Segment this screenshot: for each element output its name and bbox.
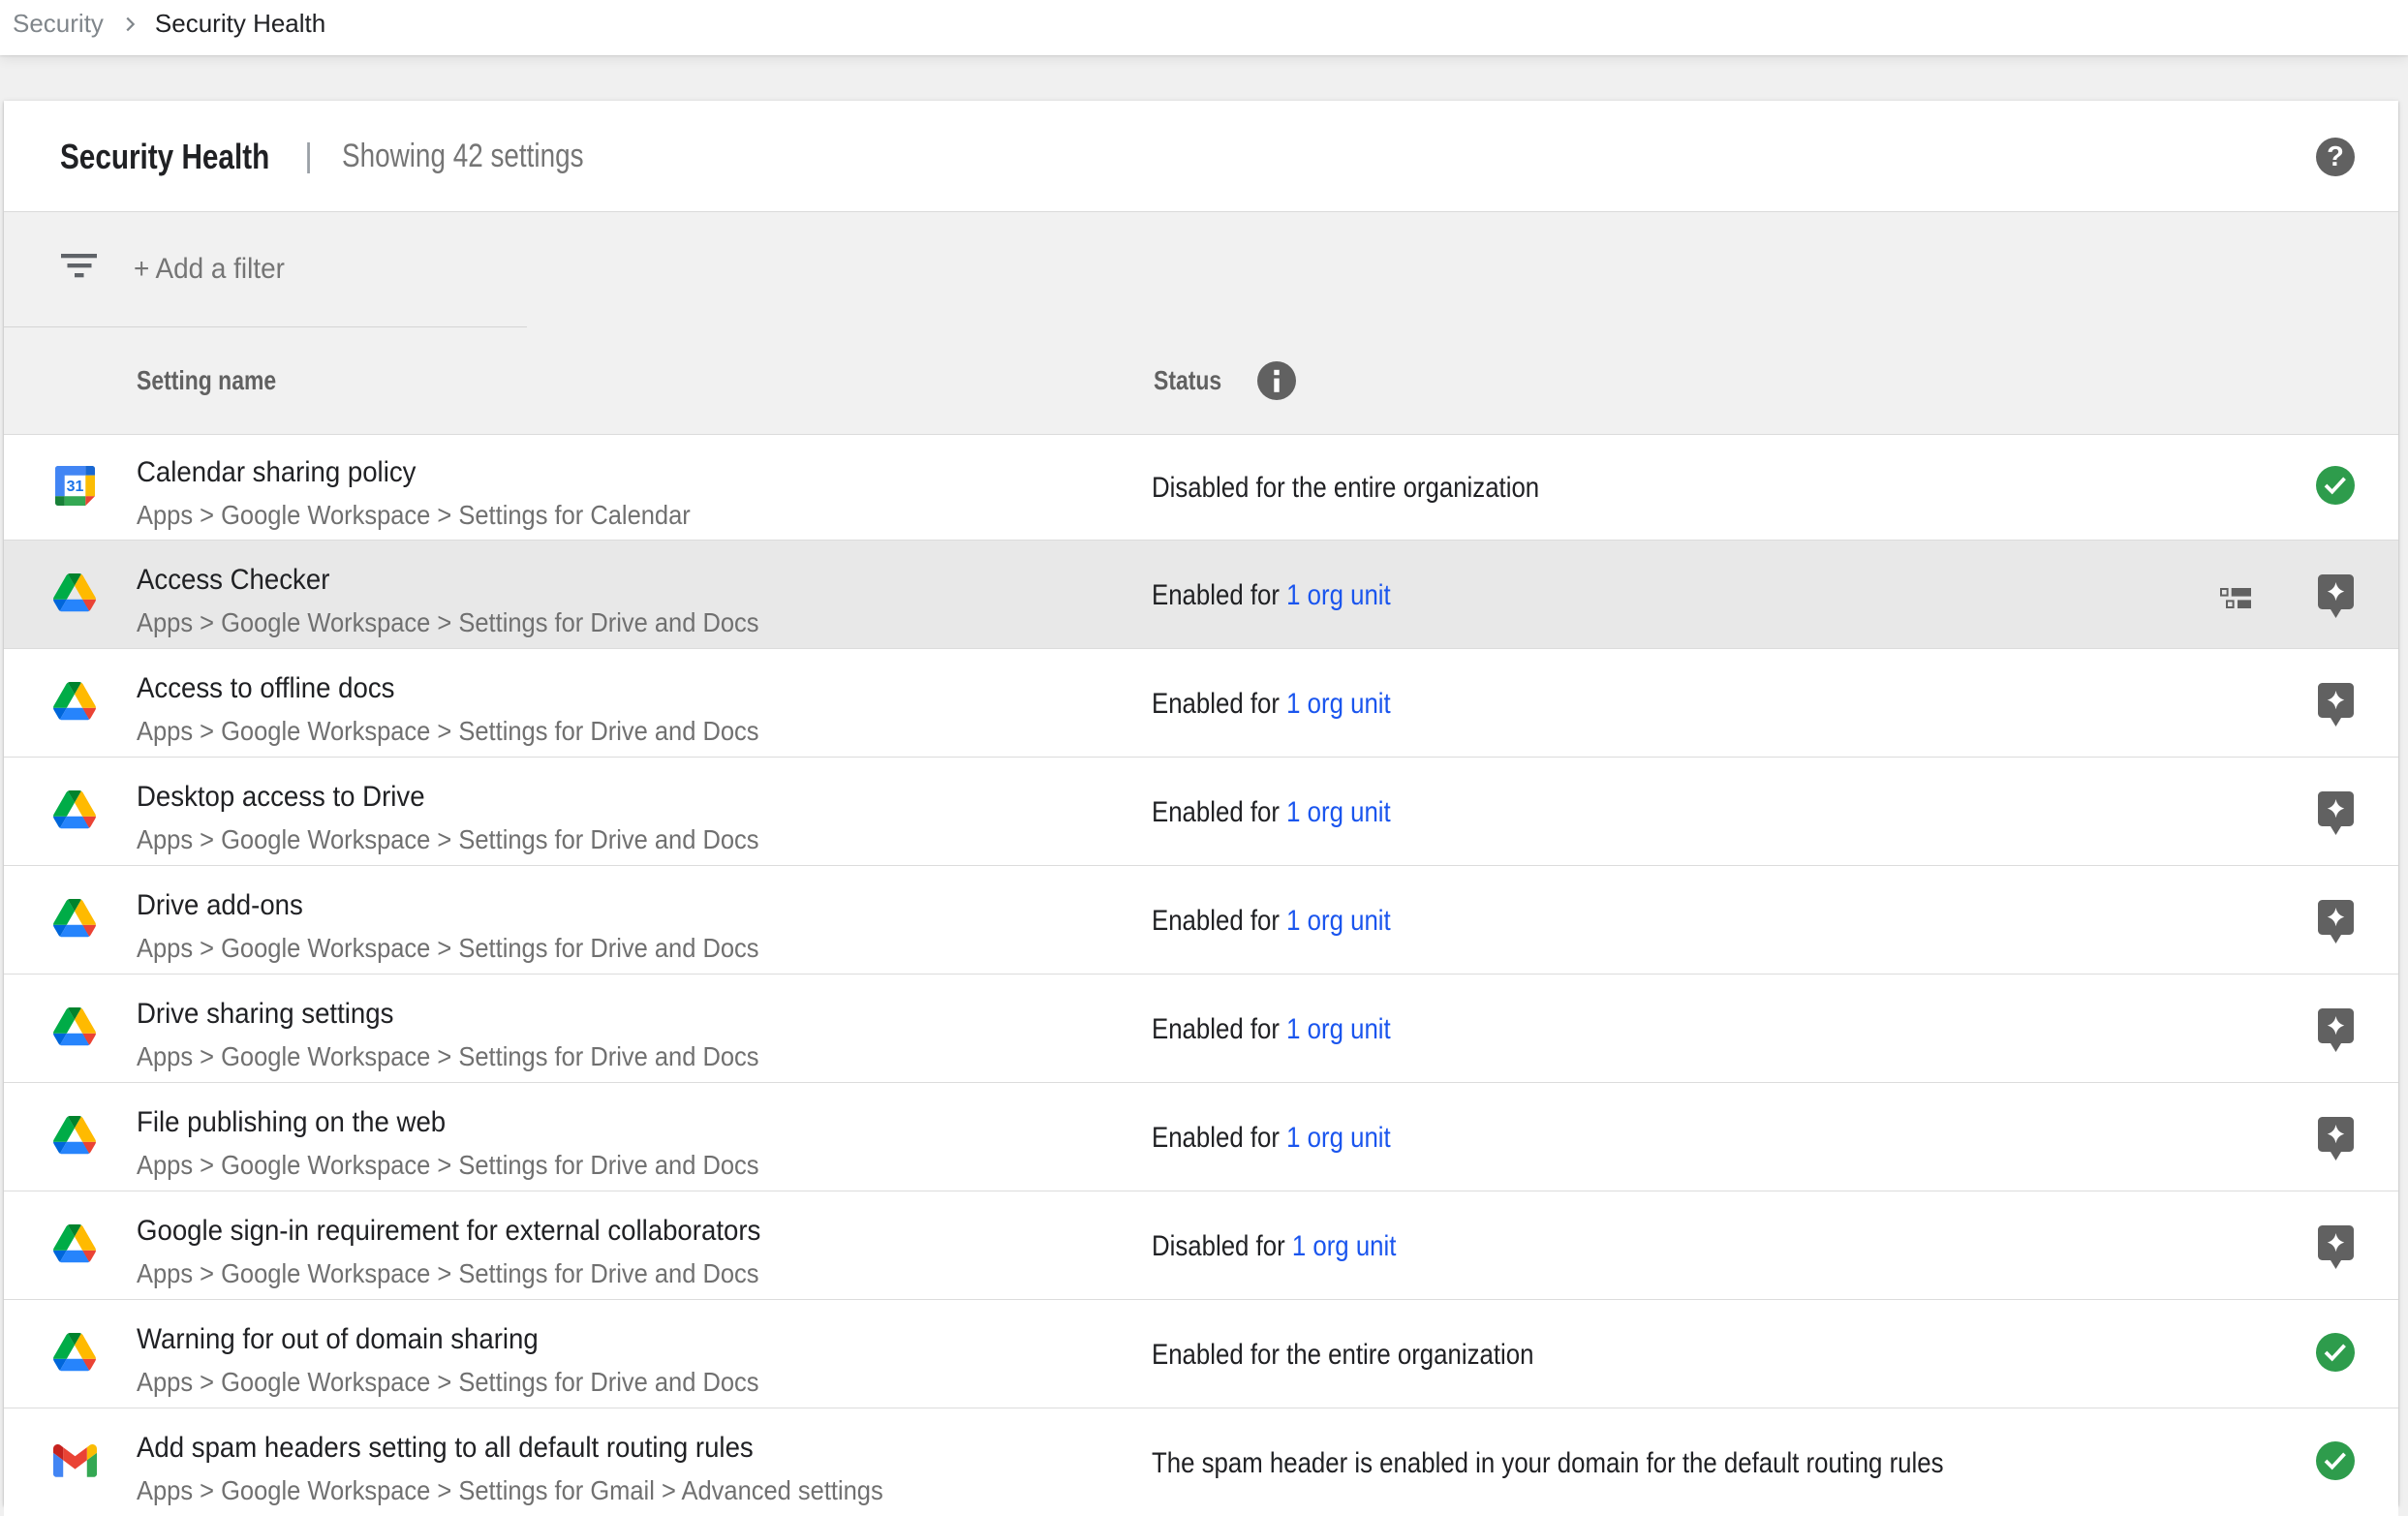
svg-text:31: 31 [66, 479, 83, 495]
